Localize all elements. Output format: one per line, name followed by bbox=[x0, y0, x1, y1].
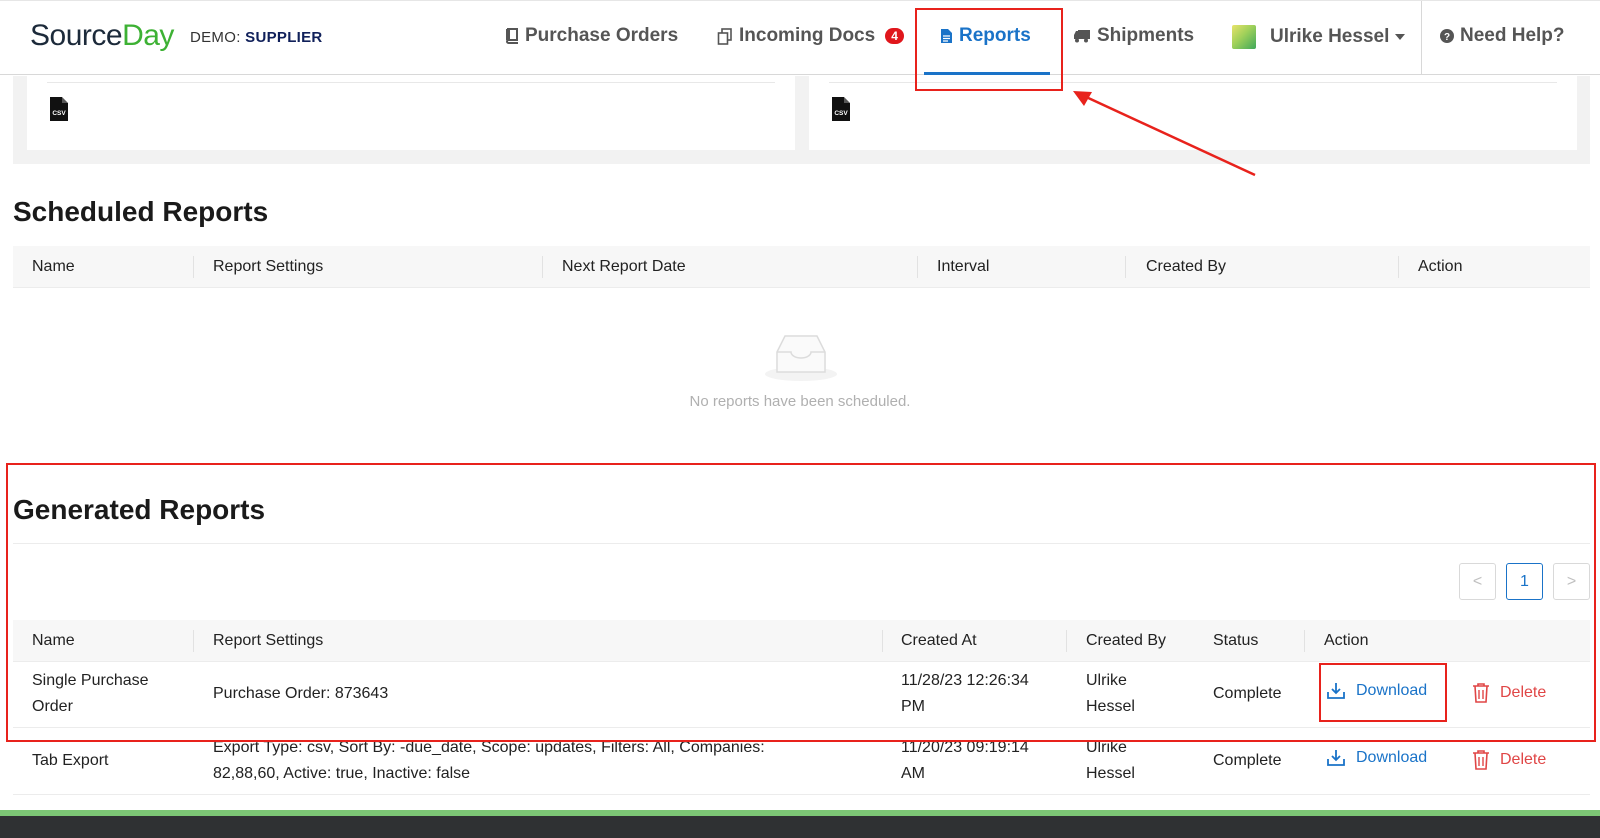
column-separator bbox=[1125, 256, 1126, 278]
active-tab-indicator bbox=[924, 72, 1050, 75]
column-separator bbox=[917, 256, 918, 278]
report-created-at: 11/28/23 12:26:34 PM bbox=[901, 672, 1029, 715]
delete-button[interactable]: Delete bbox=[1472, 682, 1546, 703]
nav-purchase-orders[interactable]: Purchase Orders bbox=[504, 25, 678, 47]
column-separator bbox=[193, 630, 194, 652]
copy-icon bbox=[717, 27, 732, 45]
footer-bar bbox=[0, 810, 1600, 838]
annotation-arrow bbox=[1073, 91, 1256, 177]
svg-text:CSV: CSV bbox=[834, 110, 848, 117]
question-circle-icon: ? bbox=[1440, 29, 1454, 43]
download-button[interactable]: Download bbox=[1326, 682, 1427, 700]
column-header: Next Report Date bbox=[562, 258, 686, 275]
column-separator bbox=[1066, 630, 1067, 652]
delete-label: Delete bbox=[1500, 683, 1547, 701]
top-navbar: SourceDay DEMO: SUPPLIER Purchase Orders… bbox=[0, 0, 1600, 75]
column-header: Name bbox=[32, 632, 75, 649]
download-label: Download bbox=[1356, 749, 1428, 766]
trash-icon bbox=[1473, 683, 1489, 703]
column-header: Name bbox=[32, 258, 75, 275]
svg-text:?: ? bbox=[1444, 32, 1450, 43]
user-name: Ulrike Hessel bbox=[1270, 26, 1390, 47]
column-separator bbox=[542, 256, 543, 278]
nav-incoming-docs[interactable]: Incoming Docs 4 bbox=[717, 25, 904, 47]
column-separator bbox=[193, 256, 194, 278]
nav-need-help[interactable]: ? Need Help? bbox=[1440, 25, 1565, 47]
svg-text:CSV: CSV bbox=[52, 110, 66, 117]
pagination-next-button[interactable]: > bbox=[1553, 563, 1590, 600]
card-divider bbox=[829, 82, 1557, 83]
empty-state-message: No reports have been scheduled. bbox=[689, 393, 911, 410]
csv-file-icon[interactable]: CSV bbox=[49, 96, 69, 122]
row-divider bbox=[13, 727, 1590, 728]
delete-label: Delete bbox=[1500, 750, 1547, 768]
report-name: Single Purchase Order bbox=[32, 672, 149, 715]
download-button[interactable]: Download bbox=[1326, 749, 1427, 767]
nav-need-help-label: Need Help? bbox=[1460, 25, 1565, 46]
nav-reports[interactable]: Reports bbox=[940, 25, 1031, 47]
column-header: Created By bbox=[1086, 632, 1167, 649]
generated-table-header: Name Report Settings Created At Created … bbox=[13, 620, 1590, 662]
column-header: Report Settings bbox=[213, 632, 324, 649]
file-text-icon bbox=[941, 29, 952, 43]
report-template-card-left: CSV bbox=[27, 76, 795, 150]
delete-button[interactable]: Delete bbox=[1472, 749, 1546, 770]
nav-separator bbox=[1421, 1, 1422, 74]
user-avatar bbox=[1232, 25, 1256, 49]
download-label: Download bbox=[1356, 682, 1428, 699]
report-settings: Export Type: csv, Sort By: -due_date, Sc… bbox=[213, 739, 765, 782]
report-created-by: Ulrike Hessel bbox=[1086, 672, 1135, 715]
column-separator bbox=[1398, 256, 1399, 278]
download-icon bbox=[1327, 750, 1345, 766]
column-header: Created By bbox=[1146, 258, 1227, 275]
csv-file-icon[interactable]: CSV bbox=[831, 96, 851, 122]
sourceday-logo[interactable]: SourceDay bbox=[30, 19, 174, 53]
column-separator bbox=[882, 630, 883, 652]
column-header: Report Settings bbox=[213, 258, 324, 275]
nav-shipments[interactable]: Shipments bbox=[1073, 25, 1194, 47]
row-divider bbox=[13, 794, 1590, 795]
scheduled-table-header: Name Report Settings Next Report Date In… bbox=[13, 246, 1590, 288]
empty-inbox-icon bbox=[765, 335, 837, 381]
column-header: Action bbox=[1418, 258, 1463, 275]
demo-indicator: DEMO: SUPPLIER bbox=[190, 29, 323, 46]
report-created-by: Ulrike Hessel bbox=[1086, 739, 1135, 782]
user-menu[interactable]: Ulrike Hessel bbox=[1232, 25, 1406, 49]
report-name: Tab Export bbox=[32, 752, 109, 769]
card-divider bbox=[47, 82, 775, 83]
nav-reports-label: Reports bbox=[959, 25, 1031, 46]
caret-down-icon bbox=[1395, 34, 1406, 40]
scheduled-reports-title: Scheduled Reports bbox=[13, 196, 269, 227]
column-header: Status bbox=[1213, 632, 1259, 649]
nav-purchase-orders-label: Purchase Orders bbox=[525, 25, 679, 46]
pagination-page-1[interactable]: 1 bbox=[1506, 563, 1543, 600]
truck-icon bbox=[1074, 30, 1090, 43]
book-icon bbox=[506, 28, 518, 44]
trash-icon bbox=[1473, 750, 1489, 770]
column-header: Interval bbox=[937, 258, 990, 275]
column-header: Created At bbox=[901, 632, 977, 649]
pagination-prev-button[interactable]: < bbox=[1459, 563, 1496, 600]
generated-reports-title: Generated Reports bbox=[13, 494, 266, 525]
nav-shipments-label: Shipments bbox=[1097, 25, 1195, 46]
report-settings: Purchase Order: 873643 bbox=[213, 685, 389, 702]
column-header: Action bbox=[1324, 632, 1369, 649]
report-status: Complete bbox=[1213, 685, 1282, 702]
report-created-at: 11/20/23 09:19:14 AM bbox=[901, 739, 1029, 782]
download-icon bbox=[1327, 683, 1345, 699]
incoming-docs-count-badge: 4 bbox=[885, 28, 904, 44]
column-separator bbox=[1304, 630, 1305, 652]
nav-incoming-docs-label: Incoming Docs bbox=[739, 25, 876, 46]
section-divider bbox=[13, 543, 1590, 544]
report-status: Complete bbox=[1213, 752, 1282, 769]
